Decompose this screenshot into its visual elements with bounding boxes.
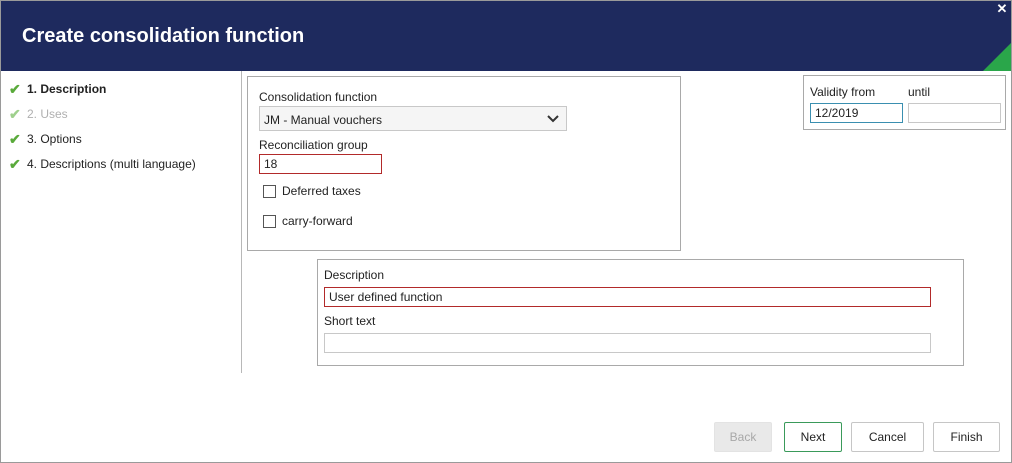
description-box: Description Short text — [317, 259, 964, 366]
description-label: Description — [324, 268, 385, 282]
back-button[interactable]: Back — [714, 422, 772, 452]
consolidation-function-select[interactable]: JM - Manual vouchers — [259, 106, 567, 131]
reconciliation-group-input[interactable] — [259, 154, 382, 174]
cancel-button[interactable]: Cancel — [851, 422, 924, 452]
step-options[interactable]: ✔ 3. Options — [9, 131, 82, 147]
dialog-header: Create consolidation function ✕ — [1, 1, 1011, 71]
step-label: 1. Description — [27, 82, 107, 96]
chevron-down-icon — [547, 115, 559, 123]
finish-button[interactable]: Finish — [933, 422, 1000, 452]
step-uses: ✔ 2. Uses — [9, 106, 68, 122]
checkbox-square[interactable] — [263, 184, 276, 198]
checkmark-icon: ✔ — [9, 105, 21, 122]
step-label: 2. Uses — [27, 107, 68, 121]
checkbox-square[interactable] — [263, 214, 276, 228]
carry-forward-checkbox[interactable]: carry-forward — [263, 214, 353, 228]
short-text-input[interactable] — [324, 333, 931, 353]
dialog-window: Create consolidation function ✕ ✔ 1. Des… — [0, 0, 1012, 463]
reconciliation-group-label: Reconciliation group — [259, 138, 368, 152]
checkmark-icon: ✔ — [9, 130, 21, 147]
carry-forward-label: carry-forward — [282, 214, 353, 228]
step-label: 4. Descriptions (multi language) — [27, 157, 196, 171]
short-text-label: Short text — [324, 314, 376, 328]
deferred-taxes-label: Deferred taxes — [282, 184, 361, 198]
consolidation-function-value: JM - Manual vouchers — [264, 113, 383, 127]
function-settings-box: Consolidation function JM - Manual vouch… — [247, 76, 681, 251]
checkmark-icon: ✔ — [9, 80, 21, 97]
deferred-taxes-checkbox[interactable]: Deferred taxes — [263, 184, 361, 198]
wizard-steps: ✔ 1. Description ✔ 2. Uses ✔ 3. Options … — [1, 71, 242, 373]
description-input[interactable] — [324, 287, 931, 307]
checkmark-icon: ✔ — [9, 155, 21, 172]
validity-from-label: Validity from — [810, 85, 876, 99]
consolidation-function-label: Consolidation function — [259, 90, 378, 104]
next-button[interactable]: Next — [784, 422, 842, 452]
corner-accent — [983, 43, 1011, 71]
step-label: 3. Options — [27, 132, 82, 146]
step-descriptions-multi-language[interactable]: ✔ 4. Descriptions (multi language) — [9, 156, 196, 172]
step-description[interactable]: ✔ 1. Description — [9, 81, 106, 97]
dialog-title: Create consolidation function — [22, 25, 305, 47]
validity-from-input[interactable] — [810, 103, 903, 123]
close-icon[interactable]: ✕ — [996, 2, 1008, 16]
validity-until-input[interactable] — [908, 103, 1001, 123]
validity-box: Validity from until — [803, 75, 1006, 130]
validity-until-label: until — [908, 85, 931, 99]
